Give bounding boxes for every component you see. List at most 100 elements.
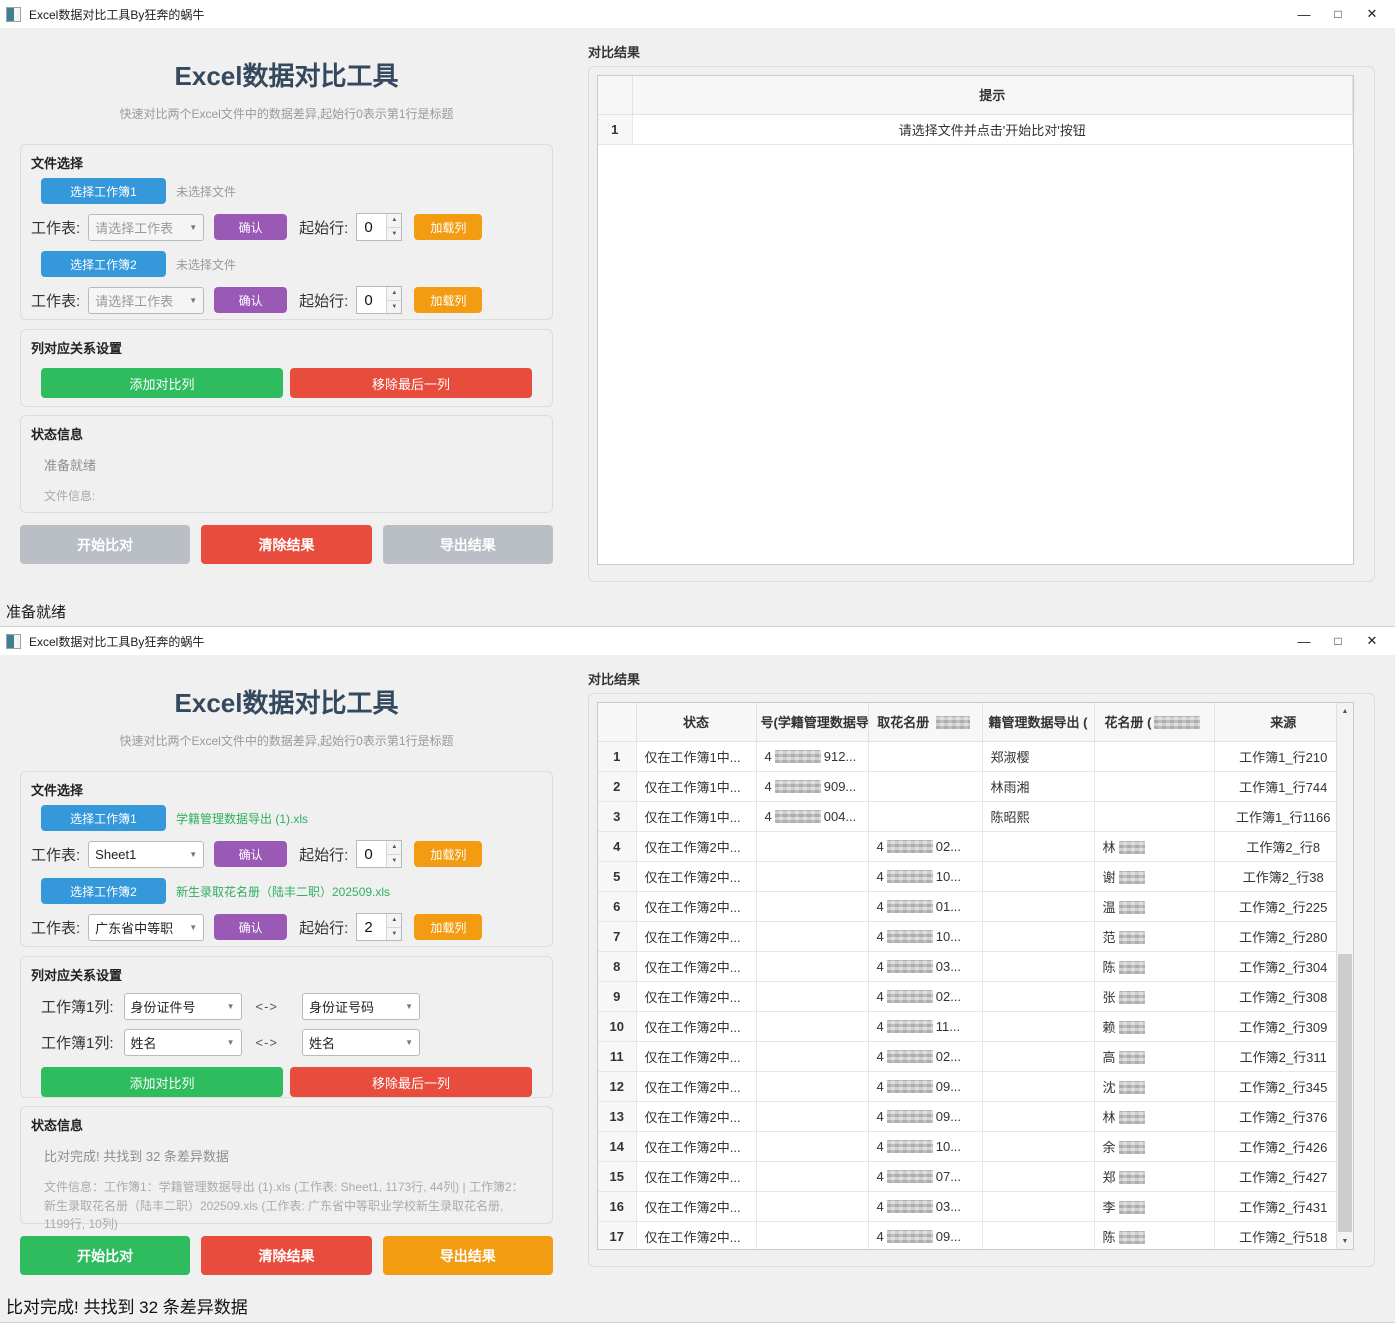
table-row[interactable]: 11仅在工作簿2中...402...高工作簿2_行311: [598, 1041, 1353, 1071]
map2-left-select[interactable]: 姓名 ▼: [124, 1029, 242, 1056]
start-row1-spinner[interactable]: 0 ▲ ▼: [356, 840, 402, 868]
maximize-button[interactable]: □: [1321, 634, 1355, 648]
table-row[interactable]: 16仅在工作簿2中...403...李工作簿2_行431: [598, 1191, 1353, 1221]
id2-cell: 401...: [868, 891, 982, 921]
settings-panel: Excel数据对比工具 快速对比两个Excel文件中的数据差异,起始行0表示第1…: [20, 42, 553, 599]
table-row[interactable]: 5仅在工作簿2中...410...谢工作簿2_行38: [598, 861, 1353, 891]
sheet2-select[interactable]: 广东省中等职 ▼: [88, 914, 204, 941]
id1-cell: [756, 891, 868, 921]
add-compare-column-button[interactable]: 添加对比列: [41, 1067, 283, 1097]
table-row[interactable]: 13仅在工作簿2中...409...林工作簿2_行376: [598, 1101, 1353, 1131]
censored-block: [775, 810, 821, 823]
start-row2-spinner[interactable]: 2 ▲ ▼: [356, 913, 402, 941]
select-workbook2-button[interactable]: 选择工作簿2: [41, 251, 166, 277]
name1-cell: [982, 981, 1094, 1011]
map2-right-select[interactable]: 姓名 ▼: [302, 1029, 420, 1056]
confirm-sheet2-button[interactable]: 确认: [214, 287, 287, 313]
start-row1-spinner[interactable]: 0 ▲ ▼: [356, 213, 402, 241]
table-row[interactable]: 2仅在工作簿1中...4909...林雨湘工作簿1_行744: [598, 771, 1353, 801]
sheet1-select[interactable]: 请选择工作表 ▼: [88, 214, 204, 241]
spin-up-icon[interactable]: ▲: [387, 841, 401, 855]
table-row[interactable]: 7仅在工作簿2中...410...范工作簿2_行280: [598, 921, 1353, 951]
map1-left-select[interactable]: 身份证件号 ▼: [124, 993, 242, 1020]
spin-up-icon[interactable]: ▲: [387, 287, 401, 301]
vertical-scrollbar[interactable]: ▲ ▼: [1336, 703, 1353, 1249]
source-cell: 工作簿2_行427: [1214, 1161, 1353, 1191]
table-row[interactable]: 9仅在工作簿2中...402...张工作簿2_行308: [598, 981, 1353, 1011]
select-workbook1-button[interactable]: 选择工作簿1: [41, 178, 166, 204]
load-columns1-button[interactable]: 加载列: [414, 214, 482, 240]
sheet1-select[interactable]: Sheet1 ▼: [88, 841, 204, 868]
load-columns1-button[interactable]: 加载列: [414, 841, 482, 867]
titlebar[interactable]: Excel数据对比工具By狂奔的蜗牛 — □ ✕: [0, 0, 1395, 28]
censored-block: [887, 1230, 933, 1243]
id1-cell: [756, 1131, 868, 1161]
chevron-down-icon: ▼: [189, 223, 197, 232]
spin-down-icon[interactable]: ▼: [387, 228, 401, 241]
spin-down-icon[interactable]: ▼: [387, 855, 401, 868]
name1-cell: [982, 891, 1094, 921]
clear-results-button[interactable]: 清除结果: [201, 1236, 371, 1275]
export-results-button[interactable]: 导出结果: [383, 1236, 553, 1275]
id1-cell: [756, 1011, 868, 1041]
scrollbar-thumb[interactable]: [1338, 954, 1352, 1232]
spin-up-icon[interactable]: ▲: [387, 914, 401, 928]
export-results-button[interactable]: 导出结果: [383, 525, 553, 564]
close-button[interactable]: ✕: [1355, 633, 1389, 649]
add-compare-column-button[interactable]: 添加对比列: [41, 368, 283, 398]
select-workbook1-button[interactable]: 选择工作簿1: [41, 805, 166, 831]
titlebar[interactable]: Excel数据对比工具By狂奔的蜗牛 — □ ✕: [0, 627, 1395, 655]
confirm-sheet1-button[interactable]: 确认: [214, 214, 287, 240]
screen: Excel数据对比工具By狂奔的蜗牛 — □ ✕ Excel数据对比工具 快速对…: [0, 0, 1395, 1323]
confirm-sheet1-button[interactable]: 确认: [214, 841, 287, 867]
confirm-sheet2-button[interactable]: 确认: [214, 914, 287, 940]
table-row[interactable]: 8仅在工作簿2中...403...陈工作簿2_行304: [598, 951, 1353, 981]
start-row2-spinner[interactable]: 0 ▲ ▼: [356, 286, 402, 314]
maximize-button[interactable]: □: [1321, 7, 1355, 21]
status-cell: 仅在工作簿2中...: [636, 1071, 756, 1101]
censored-block: [887, 1140, 933, 1153]
name2-cell: [1094, 741, 1214, 771]
spin-up-icon[interactable]: ▲: [387, 214, 401, 228]
minimize-button[interactable]: —: [1287, 634, 1321, 649]
map1-right-select[interactable]: 身份证号码 ▼: [302, 993, 420, 1020]
table-row[interactable]: 4仅在工作簿2中...402...林工作簿2_行8: [598, 831, 1353, 861]
status-cell: 仅在工作簿2中...: [636, 1191, 756, 1221]
remove-last-column-button[interactable]: 移除最后一列: [290, 1067, 532, 1097]
chevron-down-icon: ▼: [405, 1038, 413, 1047]
id1-cell: [756, 1071, 868, 1101]
start-compare-button[interactable]: 开始比对: [20, 525, 190, 564]
source-cell: 工作簿2_行38: [1214, 861, 1353, 891]
table-row[interactable]: 14仅在工作簿2中...410...余工作簿2_行426: [598, 1131, 1353, 1161]
table-row[interactable]: 17仅在工作簿2中...409...陈工作簿2_行518: [598, 1221, 1353, 1250]
corner-header: [598, 703, 636, 741]
minimize-button[interactable]: —: [1287, 7, 1321, 22]
select-workbook2-button[interactable]: 选择工作簿2: [41, 878, 166, 904]
spin-down-icon[interactable]: ▼: [387, 928, 401, 941]
clear-results-button[interactable]: 清除结果: [201, 525, 371, 564]
load-columns2-button[interactable]: 加载列: [414, 287, 482, 313]
table-row[interactable]: 1仅在工作簿1中...4912...郑淑樱工作簿1_行210: [598, 741, 1353, 771]
remove-last-column-button[interactable]: 移除最后一列: [290, 368, 532, 398]
id2-cell: 410...: [868, 921, 982, 951]
scroll-down-icon[interactable]: ▼: [1337, 1233, 1353, 1249]
id1-cell: 4004...: [756, 801, 868, 831]
close-button[interactable]: ✕: [1355, 6, 1389, 22]
map-arrow: <->: [256, 999, 279, 1014]
table-row[interactable]: 12仅在工作簿2中...409...沈工作簿2_行345: [598, 1071, 1353, 1101]
row-number-cell: 7: [598, 921, 636, 951]
sheet2-select[interactable]: 请选择工作表 ▼: [88, 287, 204, 314]
name2-cell: 李: [1094, 1191, 1214, 1221]
status-cell: 仅在工作簿1中...: [636, 741, 756, 771]
table-row[interactable]: 10仅在工作簿2中...411...赖工作簿2_行309: [598, 1011, 1353, 1041]
table-row[interactable]: 15仅在工作簿2中...407...郑工作簿2_行427: [598, 1161, 1353, 1191]
row-number-cell: 14: [598, 1131, 636, 1161]
load-columns2-button[interactable]: 加载列: [414, 914, 482, 940]
spin-down-icon[interactable]: ▼: [387, 301, 401, 314]
table-row[interactable]: 3仅在工作簿1中...4004...陈昭熙工作簿1_行1166: [598, 801, 1353, 831]
table-row[interactable]: 1 请选择文件并点击'开始比对'按钮: [598, 114, 1353, 144]
scroll-up-icon[interactable]: ▲: [1337, 703, 1353, 719]
chevron-down-icon: ▼: [189, 850, 197, 859]
table-row[interactable]: 6仅在工作簿2中...401...温工作簿2_行225: [598, 891, 1353, 921]
start-compare-button[interactable]: 开始比对: [20, 1236, 190, 1275]
